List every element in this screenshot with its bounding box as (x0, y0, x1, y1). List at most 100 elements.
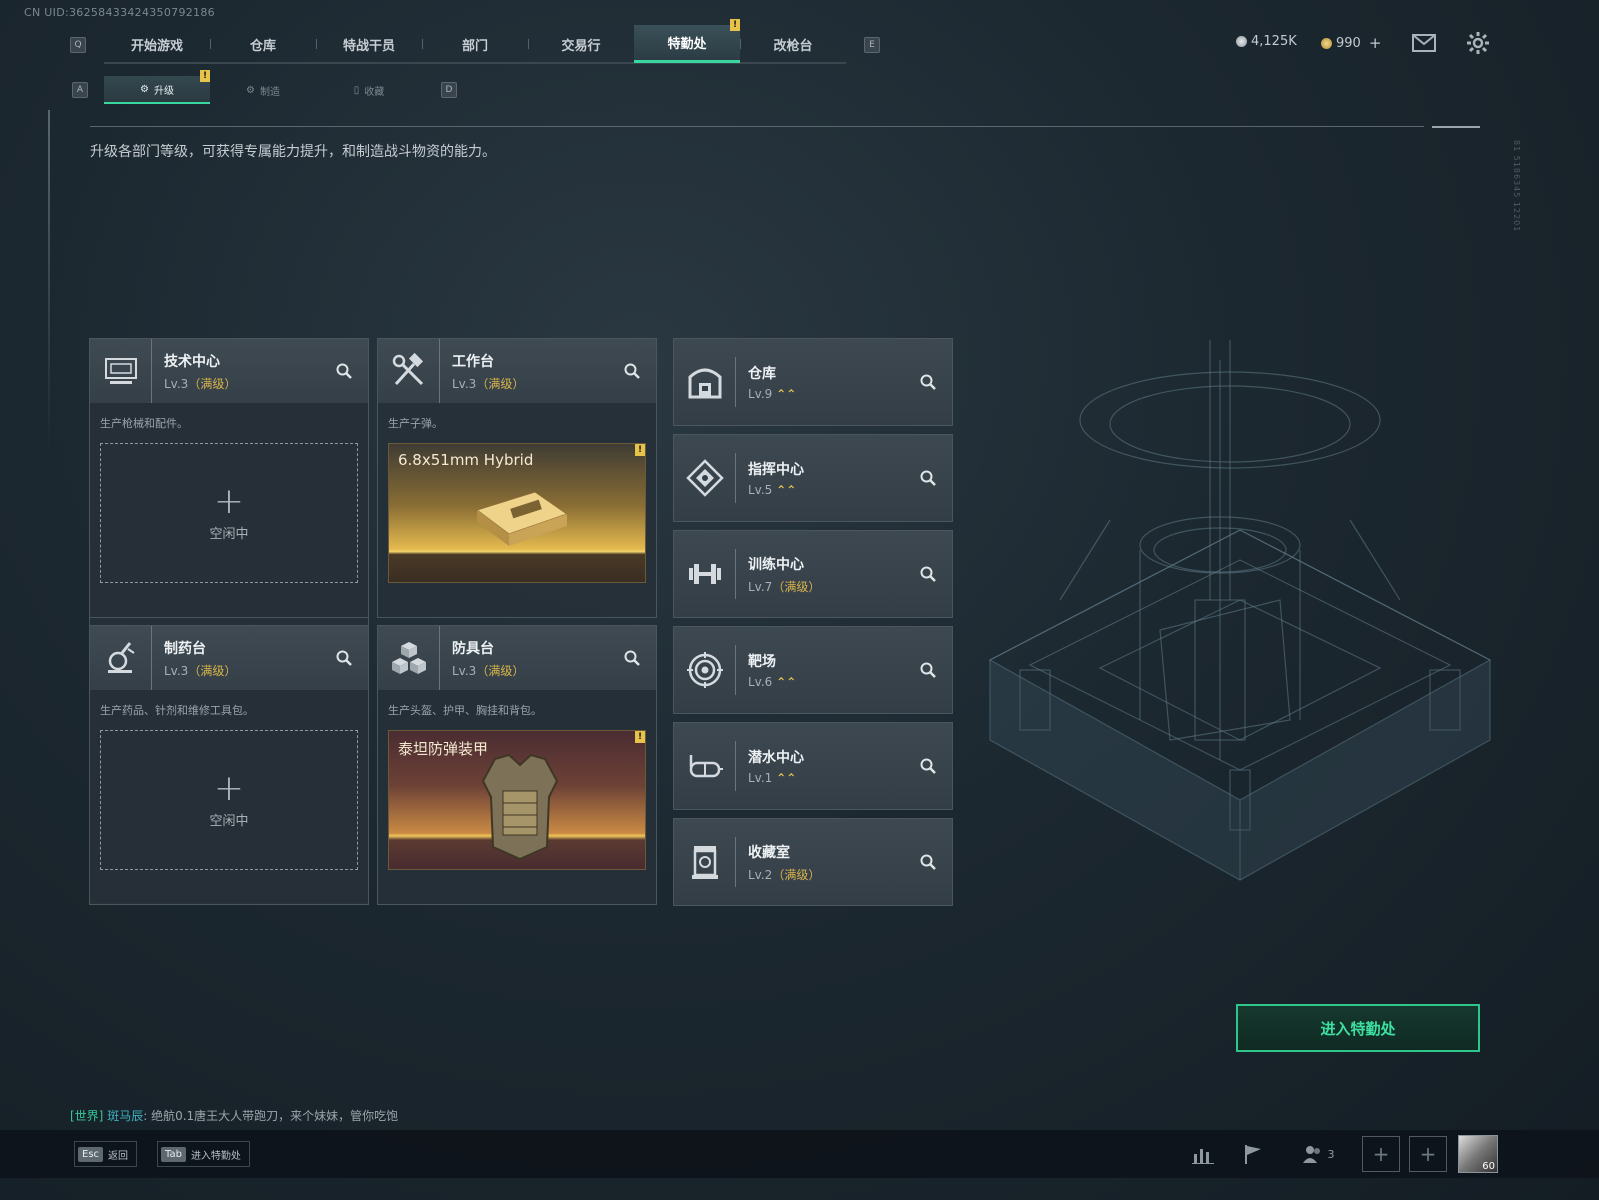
nav-right-key[interactable]: E (864, 37, 880, 53)
card-header: 技术中心 Lv.3（满级） (90, 339, 368, 403)
stats-icon[interactable] (1188, 1141, 1218, 1167)
dept-card-collection-room[interactable]: 收藏室 Lv.2（满级） (673, 818, 953, 906)
search-icon[interactable] (620, 646, 644, 670)
page-description: 升级各部门等级，可获得专属能力提升，和制造战斗物资的能力。 (90, 144, 496, 160)
search-icon[interactable] (332, 646, 356, 670)
tab-gunsmith[interactable]: 改枪台 (740, 25, 846, 63)
add-teammate-button[interactable]: + (1409, 1136, 1447, 1172)
dept-card-pharmacy[interactable]: 制药台 Lv.3（满级） 生产药品、针剂和维修工具包。 + 空闲中 (89, 625, 369, 905)
notification-badge: ! (635, 731, 645, 743)
subtab-collection[interactable]: ▯ 收藏 (316, 76, 422, 104)
craft-slot-idle[interactable]: + 空闲中 (100, 443, 358, 583)
dept-name: 潜水中心 (748, 750, 804, 766)
dept-card-warehouse[interactable]: 仓库 Lv.9 ⌃⌃ (673, 338, 953, 426)
dept-level: Lv.7 (748, 579, 773, 594)
craft-icon: ⚙ (246, 84, 255, 96)
ammo-box-icon (471, 484, 571, 552)
esc-key: Esc (78, 1146, 104, 1162)
dumbbell-icon (674, 549, 736, 599)
tab-operators[interactable]: 特战干员 (316, 25, 422, 63)
craft-slot-idle[interactable]: + 空闲中 (100, 730, 358, 870)
flag-icon[interactable] (1238, 1141, 1268, 1167)
card-header: 收藏室 Lv.2（满级） (674, 819, 952, 905)
body-armor-icon (475, 751, 565, 867)
card-header: 靶场 Lv.6 ⌃⌃ (674, 627, 952, 713)
dept-card-command-center[interactable]: 指挥中心 Lv.5 ⌃⌃ (673, 434, 953, 522)
search-icon[interactable] (916, 850, 940, 874)
dept-name: 防具台 (452, 640, 494, 657)
subtab-craft[interactable]: ⚙ 制造 (210, 76, 316, 104)
enter-special-ops-button[interactable]: 进入特勤处 (1236, 1004, 1480, 1052)
mail-icon[interactable] (1412, 34, 1436, 56)
tab-enter-hint[interactable]: Tab 进入特勤处 (157, 1141, 250, 1167)
dept-level: Lv.3 (164, 376, 189, 391)
dept-card-training-center[interactable]: 训练中心 Lv.7（满级） (673, 530, 953, 618)
silver-currency: 4,125K (1236, 34, 1297, 49)
sub-nav: ⚙ 升级 ! ⚙ 制造 ▯ 收藏 (104, 70, 422, 104)
command-icon (674, 453, 736, 503)
friends-button[interactable]: 3 (1296, 1141, 1340, 1167)
dept-level: Lv.9 (748, 387, 773, 401)
dept-card-armor-bench[interactable]: 防具台 Lv.3（满级） 生产头盔、护甲、胸挂和背包。 泰坦防弹装甲 ! (377, 625, 657, 905)
upgradeable-icon: ⌃⌃ (776, 387, 797, 401)
search-icon[interactable] (916, 466, 940, 490)
search-icon[interactable] (332, 359, 356, 383)
decor-text: 81 5186345 12201 (1512, 140, 1521, 233)
chat-user[interactable]: 斑马辰 (107, 1109, 143, 1123)
chat-message[interactable]: [世界] 斑马辰: 绝航0.1唐王大人带跑刀，来个妹妹，管你吃饱 (70, 1107, 398, 1124)
card-header: 防具台 Lv.3（满级） (378, 626, 656, 690)
esc-back-hint[interactable]: Esc 返回 (74, 1141, 138, 1167)
dept-name: 仓库 (748, 366, 776, 382)
tab-special-ops[interactable]: 特勤处 ! (634, 19, 740, 63)
uid-text: CN UID:36258433424350792186 (24, 6, 215, 19)
collection-icon (674, 837, 736, 887)
search-icon[interactable] (916, 754, 940, 778)
nav-left-key[interactable]: Q (70, 37, 86, 53)
max-level-tag: （满级） (476, 376, 525, 391)
tab-market[interactable]: 交易行 (528, 25, 634, 63)
tab-warehouse[interactable]: 仓库 (210, 25, 316, 63)
subnav-left-key[interactable]: A (72, 82, 88, 98)
subtab-upgrade[interactable]: ⚙ 升级 ! (104, 70, 210, 104)
dept-card-tech-center[interactable]: 技术中心 Lv.3（满级） 生产枪械和配件。 + 空闲中 (89, 338, 369, 618)
dept-level: Lv.3 (452, 663, 477, 678)
max-level-tag: （满级） (188, 663, 237, 678)
silver-coin-icon (1236, 36, 1247, 47)
craft-slot-product[interactable]: 6.8x51mm Hybrid ! (388, 443, 646, 583)
dept-description: 生产头盔、护甲、胸挂和背包。 (388, 704, 542, 717)
subnav-right-key[interactable]: D (441, 82, 457, 98)
search-icon[interactable] (916, 370, 940, 394)
search-icon[interactable] (620, 359, 644, 383)
add-currency-icon[interactable]: + (1369, 34, 1382, 52)
gold-currency[interactable]: 990 + (1321, 34, 1381, 52)
top-nav: 开始游戏 仓库 特战干员 部门 交易行 特勤处 ! 改枪台 (104, 19, 846, 64)
chat-text: 绝航0.1唐王大人带跑刀，来个妹妹，管你吃饱 (151, 1109, 399, 1123)
decor-line (48, 110, 50, 450)
dept-card-shooting-range[interactable]: 靶场 Lv.6 ⌃⌃ (673, 626, 953, 714)
divider-accent (1432, 126, 1480, 128)
max-level-tag: （满级） (772, 867, 821, 882)
notification-badge: ! (635, 444, 645, 456)
add-teammate-button[interactable]: + (1362, 1136, 1400, 1172)
dept-card-workbench[interactable]: 工作台 Lv.3（满级） 生产子弹。 6.8x51mm Hybrid ! (377, 338, 657, 618)
dept-name: 指挥中心 (748, 462, 804, 478)
notification-badge: ! (730, 19, 740, 31)
search-icon[interactable] (916, 658, 940, 682)
tab-key: Tab (161, 1146, 186, 1162)
upgrade-icon: ⚙ (140, 83, 149, 95)
dept-description: 生产药品、针剂和维修工具包。 (100, 704, 254, 717)
dept-name: 训练中心 (748, 556, 804, 573)
tab-departments[interactable]: 部门 (422, 25, 528, 63)
plus-icon: + (213, 480, 245, 522)
tab-start-game[interactable]: 开始游戏 (104, 25, 210, 63)
craft-slot-product[interactable]: 泰坦防弹装甲 ! (388, 730, 646, 870)
gear-icon[interactable] (1466, 31, 1490, 59)
avatar[interactable]: 60 (1458, 1135, 1498, 1173)
dept-level: Lv.2 (748, 867, 773, 882)
upgradeable-icon: ⌃⌃ (776, 675, 797, 689)
dept-name: 制药台 (164, 640, 206, 657)
computer-icon (90, 339, 152, 403)
slot-status: 空闲中 (209, 526, 249, 542)
search-icon[interactable] (916, 562, 940, 586)
dept-card-diving-center[interactable]: 潜水中心 Lv.1 ⌃⌃ (673, 722, 953, 810)
